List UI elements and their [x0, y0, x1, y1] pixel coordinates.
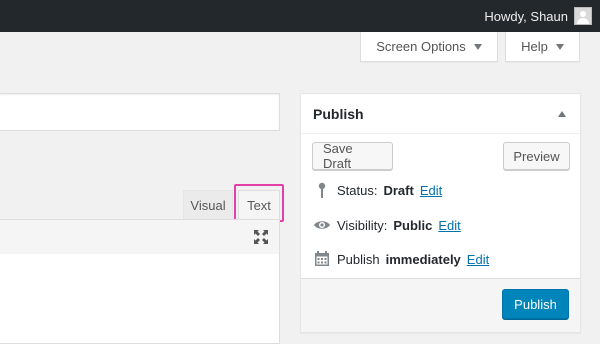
- admin-bar: Howdy, Shaun: [0, 0, 600, 32]
- eye-icon: [314, 221, 330, 229]
- caret-down-icon: [473, 43, 482, 50]
- status-row: Status: Draft Edit: [313, 180, 442, 200]
- publish-box-header[interactable]: Publish: [301, 94, 580, 134]
- publish-box-title: Publish: [313, 106, 364, 122]
- avatar: [574, 7, 592, 25]
- schedule-value: immediately: [385, 251, 461, 267]
- caret-down-icon: [555, 43, 564, 50]
- save-draft-label: Save Draft: [323, 141, 353, 171]
- pin-icon: [318, 182, 326, 198]
- publish-box: Publish Save Draft Preview Status: Draft…: [300, 93, 581, 333]
- edit-status-link[interactable]: Edit: [420, 183, 442, 198]
- visibility-row: Visibility: Public Edit: [313, 215, 461, 235]
- editor-content-area[interactable]: [0, 254, 280, 344]
- status-value: Draft: [383, 182, 414, 198]
- calendar-icon: [315, 251, 329, 266]
- schedule-label: Publish: [337, 251, 380, 267]
- tab-visual[interactable]: Visual: [183, 190, 233, 219]
- publish-button-label: Publish: [514, 296, 557, 312]
- screen-options-button[interactable]: Screen Options: [360, 32, 498, 62]
- tab-text[interactable]: Text: [238, 190, 280, 219]
- greeting: Howdy, Shaun: [484, 8, 568, 24]
- caret-up-icon[interactable]: [558, 111, 566, 117]
- preview-label: Preview: [513, 148, 560, 164]
- visibility-value: Public: [393, 217, 433, 233]
- publish-button[interactable]: Publish: [502, 289, 569, 319]
- save-draft-button[interactable]: Save Draft: [312, 141, 393, 171]
- fullscreen-icon[interactable]: [253, 229, 269, 245]
- edit-schedule-link[interactable]: Edit: [467, 252, 489, 267]
- tab-visual-label: Visual: [190, 197, 226, 213]
- editor-toolbar: [0, 219, 280, 255]
- screen-options-label: Screen Options: [376, 39, 466, 54]
- post-title-input[interactable]: [0, 93, 280, 131]
- schedule-row: Publish immediately Edit: [313, 249, 489, 269]
- status-label: Status:: [337, 182, 378, 198]
- visibility-label: Visibility:: [337, 217, 388, 233]
- help-label: Help: [521, 39, 548, 54]
- help-button[interactable]: Help: [505, 32, 580, 62]
- tab-text-label: Text: [247, 197, 271, 213]
- account-menu[interactable]: Howdy, Shaun: [484, 0, 592, 32]
- edit-visibility-link[interactable]: Edit: [438, 218, 460, 233]
- preview-button[interactable]: Preview: [503, 142, 570, 170]
- publish-actions: Publish: [301, 278, 580, 332]
